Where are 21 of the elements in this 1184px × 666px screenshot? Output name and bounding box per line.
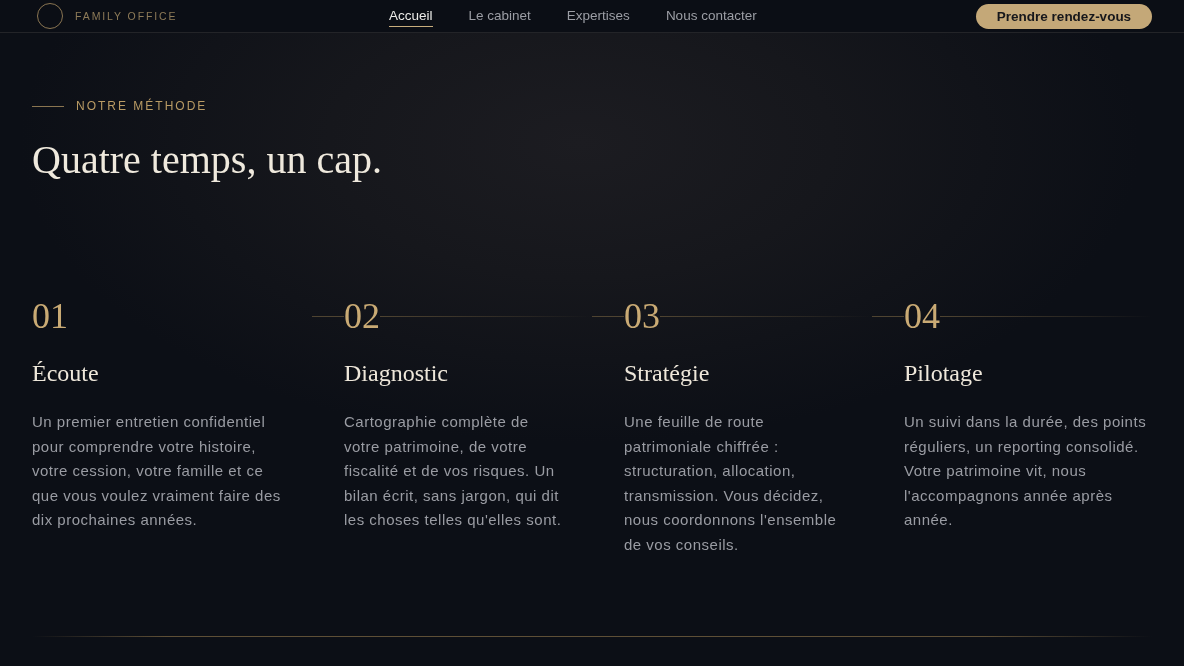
step-description: Un premier entretien confidentiel pour comprendre votre histoire, votre cession, votre famille et ce que vous voulez vraiment faire des dix prochaines années. bbox=[32, 412, 282, 530]
step-number: 03 bbox=[624, 298, 660, 334]
ring-logo-icon bbox=[37, 3, 63, 29]
step-title: Écoute bbox=[32, 359, 100, 388]
step-description: Une feuille de route patrimoniale chiffrée : structuration, allocation, transmission. Vous décidez, nous coordonnons l'ensemble de vos conseils. bbox=[624, 412, 838, 555]
step-description: Un suivi dans la durée, des points réguliers, un reporting consolidé. Votre patrimoine vit, nous l'accompagnons année après année. bbox=[904, 412, 1148, 530]
nav-link[interactable]: Le cabinet bbox=[468, 5, 531, 27]
step-number: 04 bbox=[904, 298, 940, 334]
section-heading: Quatre temps, un cap. bbox=[32, 136, 383, 184]
step-title: Diagnostic bbox=[344, 359, 449, 388]
step-title: Stratégie bbox=[624, 359, 711, 388]
nav-link[interactable]: Accueil bbox=[389, 5, 433, 27]
brand-tagline: FAMILY OFFICE bbox=[75, 10, 178, 22]
section-eyebrow: NOTRE MÉTHODE bbox=[76, 99, 208, 113]
step-number: 02 bbox=[344, 298, 380, 334]
nav-link[interactable]: Expertises bbox=[566, 5, 630, 27]
step-number: 01 bbox=[32, 298, 68, 334]
appointment-button[interactable]: Prendre rendez-vous bbox=[976, 3, 1152, 29]
step-title: Pilotage bbox=[904, 359, 984, 388]
step-description: Cartographie complète de votre patrimoine, de votre fiscalité et de vos risques. Un bilan écrit, sans jargon, qui dit les choses telles qu'elles sont. bbox=[344, 412, 563, 530]
nav-link[interactable]: Nous contacter bbox=[665, 5, 757, 27]
